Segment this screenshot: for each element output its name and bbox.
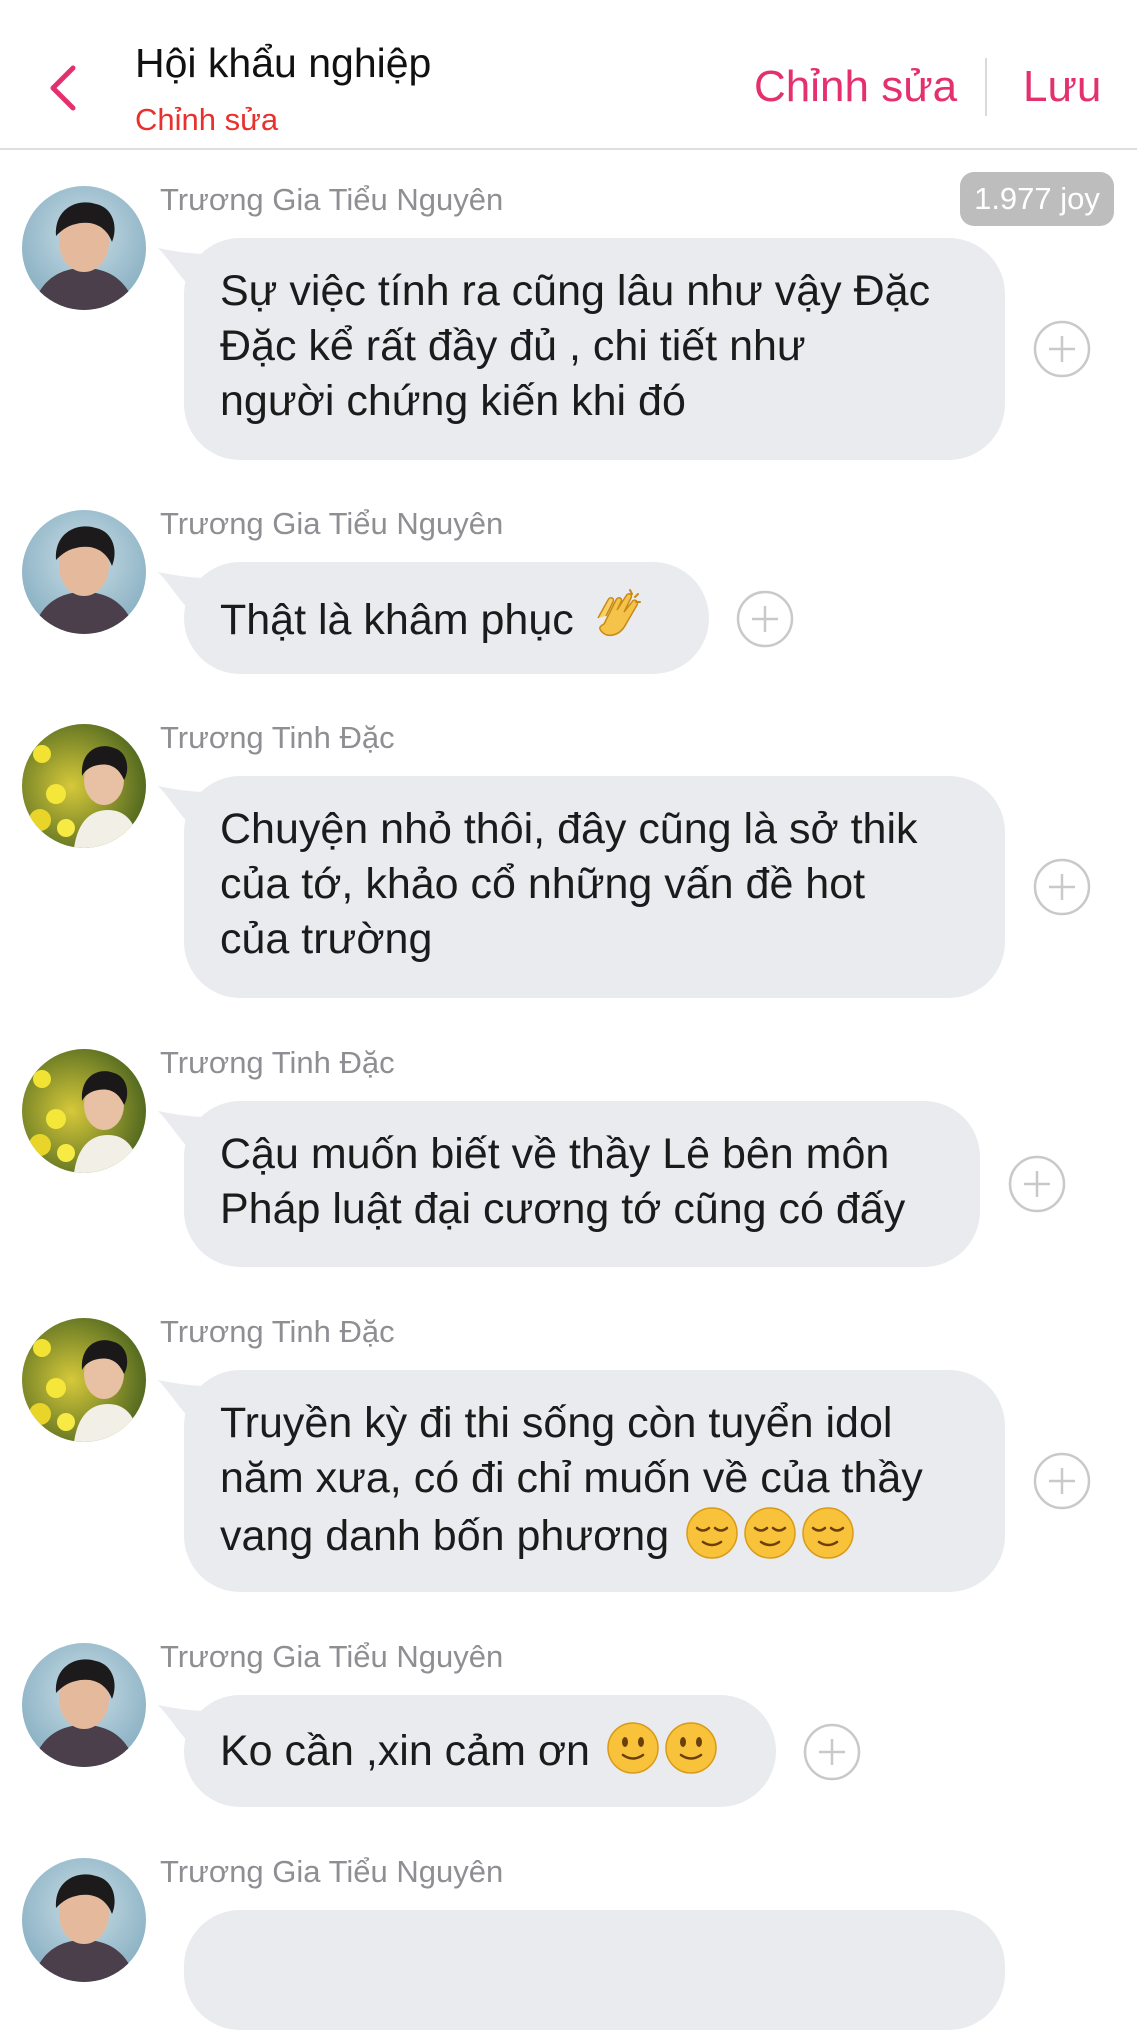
sender-name: Trương Gia Tiểu Nguyên (160, 506, 504, 541)
message-bubble[interactable]: Thật là khâm phục (184, 562, 709, 674)
back-button[interactable] (34, 56, 90, 120)
add-reaction-icon[interactable] (736, 590, 794, 648)
slight-smile-icon (665, 1722, 717, 1774)
slight-smile-icon (607, 1722, 659, 1774)
message-line-with-emoji: vang danh bốn phương (220, 1506, 969, 1564)
message-line: Thật là khâm phục (220, 596, 574, 644)
avatar[interactable] (22, 510, 146, 634)
avatar[interactable] (22, 1318, 146, 1442)
message-bubble[interactable]: Truyền kỳ đi thi sống còn tuyển idol năm… (184, 1370, 1005, 1592)
add-reaction-icon[interactable] (803, 1723, 861, 1781)
chevron-left-icon (50, 65, 76, 111)
joy-badge: 1.977 joy (960, 172, 1114, 226)
sender-name: Trương Gia Tiểu Nguyên (160, 182, 504, 217)
message-line: Chuyện nhỏ thôi, đây cũng là sở thik (220, 805, 918, 853)
header-divider (985, 58, 987, 116)
message-bubble[interactable] (184, 1910, 1005, 2030)
message-line: Ko cần ,xin cảm ơn (220, 1727, 590, 1775)
sender-name: Trương Gia Tiểu Nguyên (160, 1854, 504, 1889)
add-reaction-icon[interactable] (1033, 1452, 1091, 1510)
message-line: người chứng kiến khi đó (220, 377, 686, 425)
edit-button[interactable]: Chỉnh sửa (754, 62, 957, 112)
sender-name: Trương Gia Tiểu Nguyên (160, 1639, 504, 1674)
add-reaction-icon[interactable] (1008, 1155, 1066, 1213)
sender-name: Trương Tinh Đặc (160, 1045, 395, 1080)
message-line: Truyền kỳ đi thi sống còn tuyển idol (220, 1399, 893, 1447)
message-bubble[interactable]: Cậu muốn biết về thầy Lê bên môn Pháp lu… (184, 1101, 980, 1267)
save-button[interactable]: Lưu (1023, 62, 1101, 112)
message-line: Sự việc tính ra cũng lâu như vậy Đặc (220, 267, 931, 315)
message-bubble[interactable]: Chuyện nhỏ thôi, đây cũng là sở thik của… (184, 776, 1005, 998)
relieved-face-icon (686, 1507, 738, 1559)
chat-header: Hội khẩu nghiệp Chỉnh sửa Chỉnh sửa Lưu (0, 0, 1137, 150)
chat-title: Hội khẩu nghiệp (135, 40, 432, 86)
add-reaction-icon[interactable] (1033, 320, 1091, 378)
avatar[interactable] (22, 186, 146, 310)
avatar[interactable] (22, 1049, 146, 1173)
message-line: vang danh bốn phương (220, 1512, 670, 1560)
chat-subtitle: Chỉnh sửa (135, 102, 279, 137)
message-line: của tớ, khảo cổ những vấn đề hot (220, 860, 866, 908)
message-bubble[interactable]: Ko cần ,xin cảm ơn (184, 1695, 776, 1807)
clapping-hands-icon (597, 589, 641, 637)
sender-name: Trương Tinh Đặc (160, 720, 395, 755)
relieved-face-icon (744, 1507, 796, 1559)
sender-name: Trương Tinh Đặc (160, 1314, 395, 1349)
message-line: năm xưa, có đi chỉ muốn về của thầy (220, 1454, 923, 1502)
message-line: Cậu muốn biết về thầy Lê bên môn (220, 1130, 890, 1178)
message-line: của trường (220, 915, 433, 963)
message-bubble[interactable]: Sự việc tính ra cũng lâu như vậy Đặc Đặc… (184, 238, 1005, 460)
avatar[interactable] (22, 1643, 146, 1767)
message-line: Pháp luật đại cương tớ cũng có đấy (220, 1185, 906, 1233)
avatar[interactable] (22, 1858, 146, 1982)
avatar[interactable] (22, 724, 146, 848)
relieved-face-icon (802, 1507, 854, 1559)
add-reaction-icon[interactable] (1033, 858, 1091, 916)
message-line: Đặc kể rất đầy đủ , chi tiết như (220, 322, 806, 370)
